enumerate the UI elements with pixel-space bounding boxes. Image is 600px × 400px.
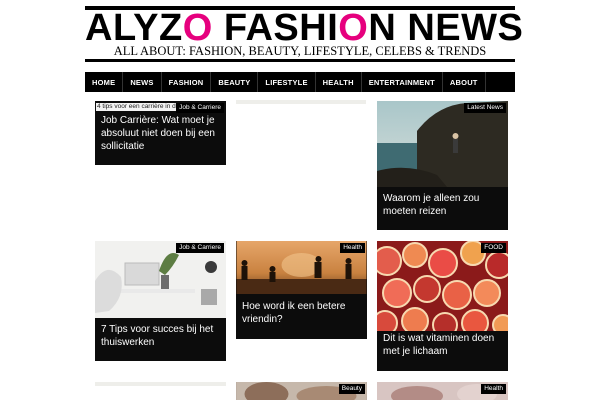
article-card-alleen-reizen[interactable]: Latest News Waarom je alleen zou moeten … <box>377 101 508 230</box>
article-title[interactable]: Waarom je alleen zou moeten reizen <box>383 192 502 218</box>
category-badge[interactable]: Latest News <box>464 103 506 113</box>
category-badge[interactable]: FOOD <box>481 243 506 253</box>
nav-lifestyle[interactable]: LIFESTYLE <box>258 72 316 92</box>
article-title[interactable]: 7 Tips voor succes bij het thuiswerken <box>101 323 220 349</box>
header-bottom-rule <box>85 59 515 62</box>
article-card-betere-vriendin[interactable]: Health Hoe word ik een betere vriendin? <box>236 241 367 339</box>
article-image <box>377 101 508 187</box>
article-card-health[interactable]: Health <box>377 382 508 400</box>
article-title[interactable]: Hoe word ik een betere vriendin? <box>242 300 361 326</box>
nav-entertainment[interactable]: ENTERTAINMENT <box>362 72 443 92</box>
nav-news[interactable]: NEWS <box>123 72 162 92</box>
article-card-beauty[interactable]: Beauty <box>236 382 367 400</box>
category-badge[interactable]: Job & Carriere <box>176 243 224 253</box>
article-kicker: 4 tips voor een carrière in de <box>96 103 181 111</box>
article-card-thuiswerken[interactable]: Job & Carriere 7 Tips voor succes bij he… <box>95 241 226 361</box>
category-badge[interactable]: Health <box>340 243 365 253</box>
nav-home[interactable]: HOME <box>85 72 124 92</box>
site-logo[interactable]: ALYZO FASHION NEWS <box>85 9 523 47</box>
nav-health[interactable]: HEALTH <box>316 72 362 92</box>
article-image <box>377 241 508 331</box>
nav-fashion[interactable]: FASHION <box>162 72 212 92</box>
article-card-vitaminen[interactable]: FOOD Dit is wat vitaminen doen met je li… <box>377 241 508 371</box>
article-card-placeholder <box>95 382 226 386</box>
article-card-job-sollicitatie[interactable]: 4 tips voor een carrière in de Job & Car… <box>95 101 226 165</box>
category-badge[interactable]: Job & Carriere <box>176 103 224 113</box>
nav-about[interactable]: ABOUT <box>443 72 486 92</box>
nav-beauty[interactable]: BEAUTY <box>211 72 259 92</box>
article-title[interactable]: Job Carrière: Wat moet je absoluut niet … <box>101 114 220 153</box>
category-badge[interactable]: Health <box>481 384 506 394</box>
main-navigation: HOME NEWS FASHION BEAUTY LIFESTYLE HEALT… <box>85 72 515 92</box>
category-badge[interactable]: Beauty <box>338 384 365 394</box>
article-card-placeholder <box>236 100 366 104</box>
article-title[interactable]: Dit is wat vitaminen doen met je lichaam <box>383 332 502 358</box>
site-tagline: ALL ABOUT: FASHION, BEAUTY, LIFESTYLE, C… <box>113 44 487 58</box>
